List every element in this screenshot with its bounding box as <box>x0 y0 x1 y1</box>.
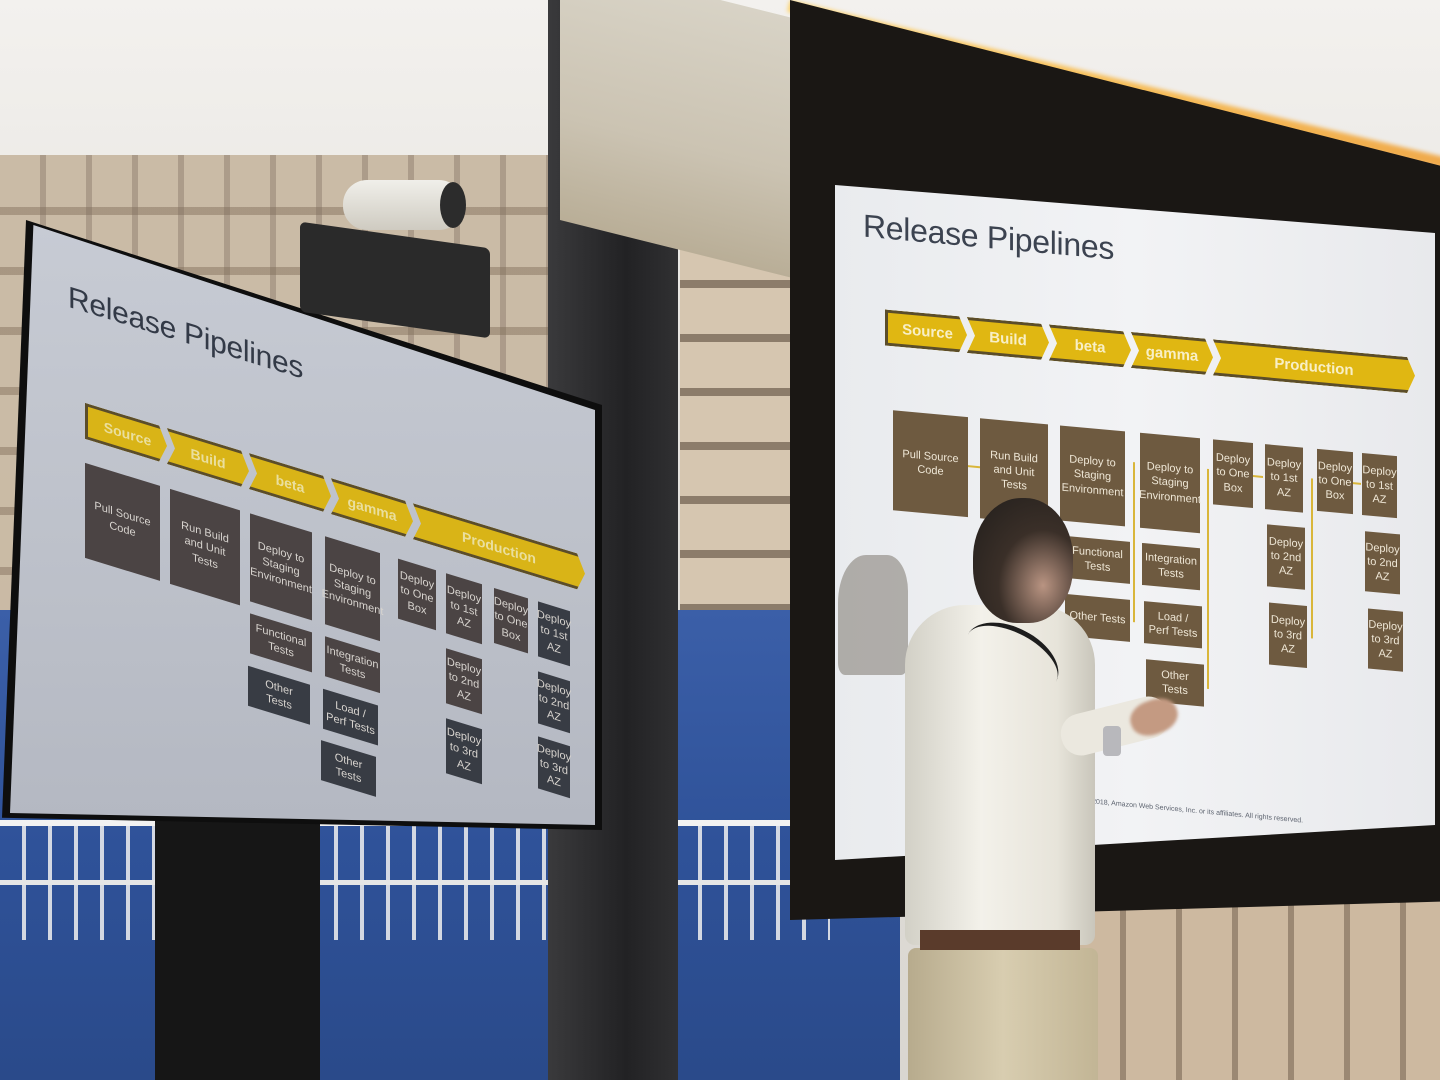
box-integration-tests: Integration Tests <box>1142 542 1200 591</box>
box-deploy-1st-az-2: Deploy to 1st AZ <box>1362 452 1397 519</box>
box-deploy-2nd-az-2: Deploy to 2nd AZ <box>537 671 571 734</box>
connector <box>1207 468 1209 690</box>
box-pull-source: Pull Source Code <box>893 410 968 518</box>
box-functional-tests: Functional Tests <box>1065 535 1130 584</box>
wristwatch <box>1103 726 1121 756</box>
presenter-head <box>973 498 1073 623</box>
box-deploy-staging-beta: Deploy to Staging Environment <box>250 513 312 621</box>
stage-beta: beta <box>1049 324 1131 367</box>
box-other-tests-beta: Other Tests <box>248 665 310 725</box>
box-deploy-one-box-1: Deploy to One Box <box>1213 439 1253 509</box>
stage-build: Build <box>167 428 249 489</box>
slide-footer: © 2018, Amazon Web Services, Inc. or its… <box>1085 797 1304 825</box>
box-load-perf-tests: Load / Perf Tests <box>1144 601 1202 649</box>
box-run-build: Run Build and Unit Tests <box>170 488 240 606</box>
connector <box>1311 478 1313 639</box>
stage-gamma: gamma <box>331 478 413 539</box>
box-other-tests-gamma: Other Tests <box>321 740 376 797</box>
presenter-belt <box>920 930 1080 950</box>
box-deploy-one-box-1: Deploy to One Box <box>398 558 436 631</box>
balcony-railing <box>0 820 830 940</box>
stage-production: Production <box>413 503 585 592</box>
arrow <box>1253 475 1263 478</box>
box-functional-tests: Functional Tests <box>250 613 312 673</box>
stage-source: Source <box>885 310 967 353</box>
box-deploy-staging-gamma: Deploy to Staging Environment <box>322 536 383 642</box>
stage-source: Source <box>85 403 167 464</box>
box-deploy-1st-az-1: Deploy to 1st AZ <box>446 573 482 645</box>
box-deploy-1st-az-1: Deploy to 1st AZ <box>1265 444 1303 513</box>
webcam-lens <box>440 182 466 228</box>
box-deploy-2nd-az-2: Deploy to 2nd AZ <box>1365 531 1400 595</box>
arrow <box>1353 482 1361 485</box>
box-deploy-one-box-2: Deploy to One Box <box>1317 448 1353 515</box>
box-deploy-one-box-2: Deploy to One Box <box>494 587 528 654</box>
monitor-stand <box>155 820 320 1080</box>
presenter-shadow <box>838 555 908 675</box>
box-deploy-staging-beta: Deploy to Staging Environment <box>1060 425 1125 527</box>
stage-gamma: gamma <box>1131 332 1213 375</box>
box-deploy-3rd-az-1: Deploy to 3rd AZ <box>446 718 482 785</box>
stage-build: Build <box>967 317 1049 360</box>
box-deploy-2nd-az-1: Deploy to 2nd AZ <box>1267 524 1305 590</box>
stage-beta: beta <box>249 453 331 514</box>
box-deploy-staging-gamma: Deploy to Staging Environment <box>1139 432 1201 534</box>
box-deploy-3rd-az-2: Deploy to 3rd AZ <box>537 736 571 799</box>
box-deploy-3rd-az-1: Deploy to 3rd AZ <box>1269 602 1307 668</box>
connector <box>1133 462 1135 623</box>
box-deploy-1st-az-2: Deploy to 1st AZ <box>537 601 571 667</box>
box-load-perf-tests: Load / Perf Tests <box>323 688 378 746</box>
slide-title: Release Pipelines <box>863 207 1115 267</box>
stage-bar: Source Build beta gamma Production <box>885 310 1415 394</box>
box-pull-source: Pull Source Code <box>85 462 160 581</box>
box-integration-tests: Integration Tests <box>325 636 380 694</box>
presenter-trousers <box>908 948 1098 1080</box>
stage-production: Production <box>1213 339 1415 393</box>
box-deploy-3rd-az-2: Deploy to 3rd AZ <box>1368 608 1403 672</box>
box-deploy-2nd-az-1: Deploy to 2nd AZ <box>446 648 482 715</box>
arrow <box>968 465 980 469</box>
